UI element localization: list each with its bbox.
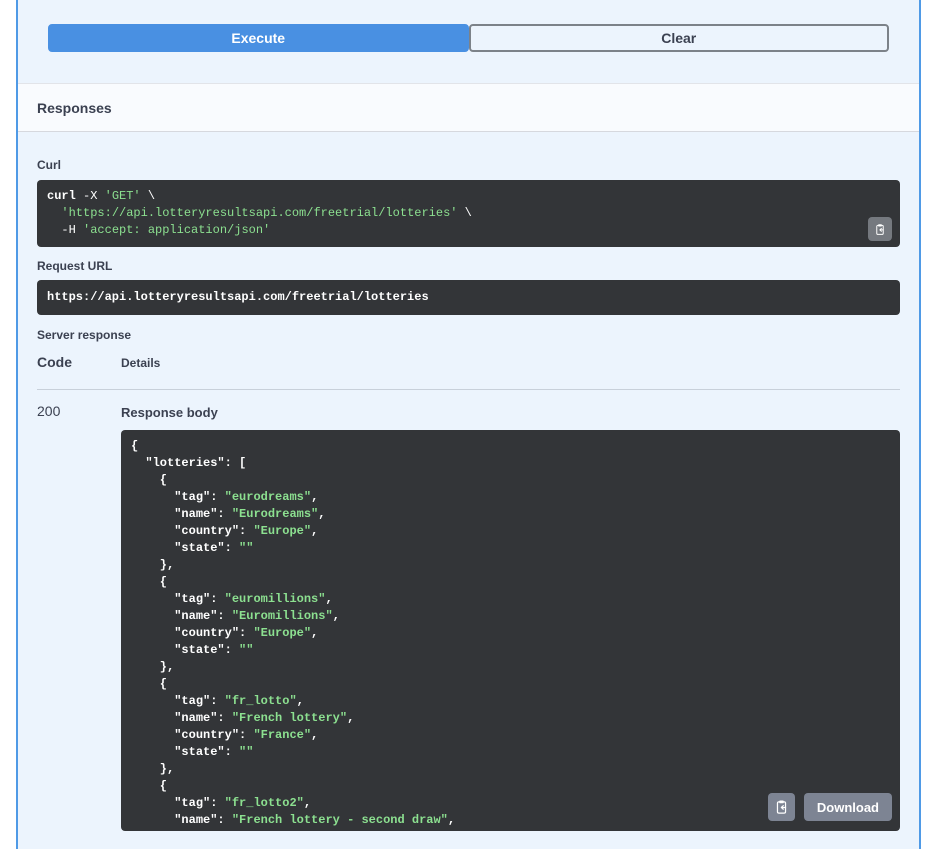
- execute-button[interactable]: Execute: [48, 24, 469, 52]
- execute-wrapper: Execute Clear: [18, 0, 919, 83]
- response-body-code: { "lotteries": [ { "tag": "eurodreams", …: [131, 439, 456, 827]
- curl-code: curl -X 'GET' \ 'https://api.lotteryresu…: [47, 189, 472, 237]
- details-column-header: Details: [121, 356, 161, 370]
- responses-title: Responses: [37, 99, 112, 116]
- clipboard-copy-icon: [876, 223, 884, 235]
- responses-inner: Curl curl -X 'GET' \ 'https://api.lotter…: [18, 158, 919, 831]
- curl-command-block: curl -X 'GET' \ 'https://api.lotteryresu…: [37, 180, 900, 247]
- response-row: 200 Response body { "lotteries": [ { "ta…: [37, 390, 900, 831]
- curl-copy-button[interactable]: [868, 217, 892, 241]
- request-url-value: https://api.lotteryresultsapi.com/freetr…: [47, 290, 429, 304]
- response-actions: Download: [767, 793, 892, 821]
- server-response-table: Code Details 200 Response body { "lotter…: [37, 354, 900, 831]
- clear-button[interactable]: Clear: [468, 24, 889, 52]
- table-header-row: Code Details: [37, 354, 900, 390]
- responses-section-header: Responses: [18, 83, 919, 132]
- download-button[interactable]: Download: [803, 793, 892, 821]
- status-code: 200: [37, 403, 61, 419]
- clipboard-copy-icon: [776, 800, 787, 814]
- response-body-block[interactable]: { "lotteries": [ { "tag": "eurodreams", …: [121, 430, 900, 831]
- request-url-block: https://api.lotteryresultsapi.com/freetr…: [37, 280, 900, 315]
- opblock-get: Execute Clear Responses Curl curl -X 'GE…: [16, 0, 921, 849]
- server-response-label: Server response: [37, 328, 132, 342]
- response-body-label: Response body: [121, 405, 218, 420]
- response-details: Response body { "lotteries": [ { "tag": …: [121, 403, 900, 831]
- response-copy-button[interactable]: [767, 793, 795, 821]
- code-column-header: Code: [37, 354, 72, 370]
- execute-button-group: Execute Clear: [48, 24, 889, 52]
- curl-label: Curl: [37, 158, 61, 172]
- request-url-label: Request URL: [37, 259, 113, 273]
